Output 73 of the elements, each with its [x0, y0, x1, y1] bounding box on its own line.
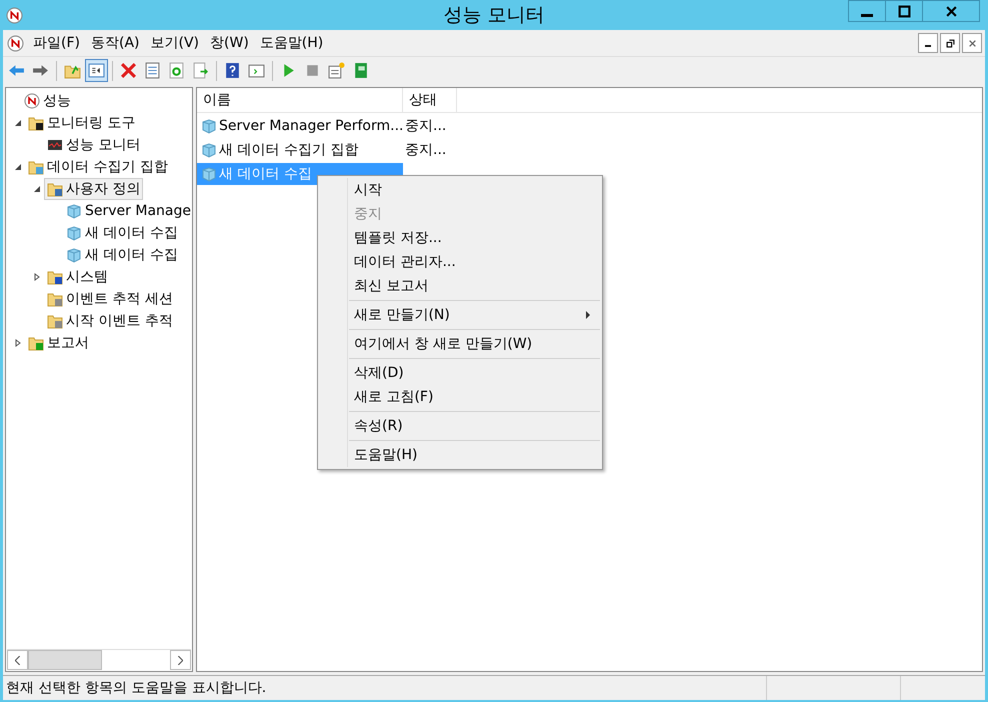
menu-item[interactable]: 여기에서 창 새로 만들기(W): [318, 332, 602, 356]
column-header[interactable]: 상태: [403, 88, 457, 112]
cube-icon: [66, 203, 82, 219]
cube-icon: [201, 118, 217, 134]
console-tree-icon[interactable]: [86, 60, 107, 81]
minimize-button[interactable]: [918, 33, 938, 53]
tree-item[interactable]: 시작 이벤트 추적: [44, 310, 176, 332]
menu-item[interactable]: 삭제(D): [318, 361, 602, 385]
table-cell-text: 중지...: [404, 116, 448, 136]
maximize-icon: [898, 4, 910, 18]
minimize-button[interactable]: [848, 0, 886, 22]
window-title: 성능 모니터: [443, 3, 545, 28]
menu-item[interactable]: 창(W): [207, 34, 257, 52]
minimize-icon: [861, 14, 873, 16]
app-icon: [6, 6, 23, 24]
horizontal-scrollbar[interactable]: [7, 649, 191, 670]
close-icon: [968, 38, 976, 48]
scroll-thumb[interactable]: [28, 650, 102, 670]
cube-icon: [201, 166, 217, 182]
menu-item[interactable]: 파일(F): [30, 34, 88, 52]
tree-item[interactable]: 데이터 수집기 집합: [25, 156, 171, 178]
collapse-icon[interactable]: [14, 163, 22, 171]
close-button[interactable]: [962, 33, 982, 53]
close-button[interactable]: [922, 0, 980, 22]
delete-icon[interactable]: [118, 60, 139, 81]
tree-item[interactable]: 성능: [21, 90, 74, 112]
menu-item[interactable]: 템플릿 저장...: [318, 226, 602, 250]
status-text: 현재 선택한 항목의 도움말을 표시합니다.: [5, 679, 268, 698]
table-cell-text: 중지...: [404, 140, 448, 160]
menu-item[interactable]: 도움말(H): [256, 34, 332, 52]
collapse-icon[interactable]: [33, 185, 41, 193]
scroll-left-button[interactable]: [7, 650, 28, 670]
tree-item[interactable]: 보고서: [25, 332, 92, 354]
menu-item[interactable]: 보기(V): [148, 34, 208, 52]
cube-icon: [201, 142, 217, 158]
expand-icon[interactable]: [14, 339, 22, 347]
menu-item[interactable]: 속성(R): [318, 414, 602, 438]
tree-item[interactable]: Server Manage: [63, 201, 192, 221]
folder-icon: [47, 269, 63, 285]
folder-icon: [28, 335, 44, 351]
close-icon: [944, 4, 958, 18]
menu-item[interactable]: 도움말(H): [318, 443, 602, 467]
folder-icon: [28, 159, 44, 175]
cube-icon: [66, 225, 82, 241]
menu-item[interactable]: 데이터 관리자...: [318, 250, 602, 274]
list-item[interactable]: Server Manager Perform...: [197, 114, 403, 136]
menu-item[interactable]: 새로 만들기(N): [318, 303, 602, 327]
folder-icon: [47, 291, 63, 307]
menu-item[interactable]: 최신 보고서: [318, 274, 602, 298]
cube-icon: [66, 247, 82, 263]
tree-item[interactable]: 시스템: [44, 266, 111, 288]
column-header[interactable]: 이름: [197, 88, 403, 112]
restore-icon: [946, 38, 954, 48]
list-item[interactable]: 새 데이터 수집기 집합: [197, 138, 403, 160]
maximize-button[interactable]: [885, 0, 923, 22]
new-item-icon[interactable]: [326, 60, 347, 81]
folder-icon: [47, 313, 63, 329]
tree-item[interactable]: 모니터링 도구: [25, 112, 138, 134]
monitor-icon: [47, 137, 63, 153]
menu-item[interactable]: 새로 고침(F): [318, 385, 602, 409]
collapse-icon[interactable]: [14, 119, 22, 127]
tree-item[interactable]: 새 데이터 수집: [63, 244, 181, 266]
tree-item[interactable]: 성능 모니터: [44, 134, 144, 156]
tree-item[interactable]: 사용자 정의: [44, 178, 144, 200]
tree-item[interactable]: 새 데이터 수집: [63, 222, 181, 244]
menu-item[interactable]: 동작(A): [88, 34, 148, 52]
tree-item[interactable]: 이벤트 추적 세션: [44, 288, 176, 310]
minimize-icon: [925, 45, 931, 47]
folder-icon: [47, 181, 63, 197]
restore-button[interactable]: [940, 33, 960, 53]
expand-icon[interactable]: [33, 273, 41, 281]
scroll-right-button[interactable]: [170, 650, 191, 670]
folder-icon: [28, 115, 44, 131]
